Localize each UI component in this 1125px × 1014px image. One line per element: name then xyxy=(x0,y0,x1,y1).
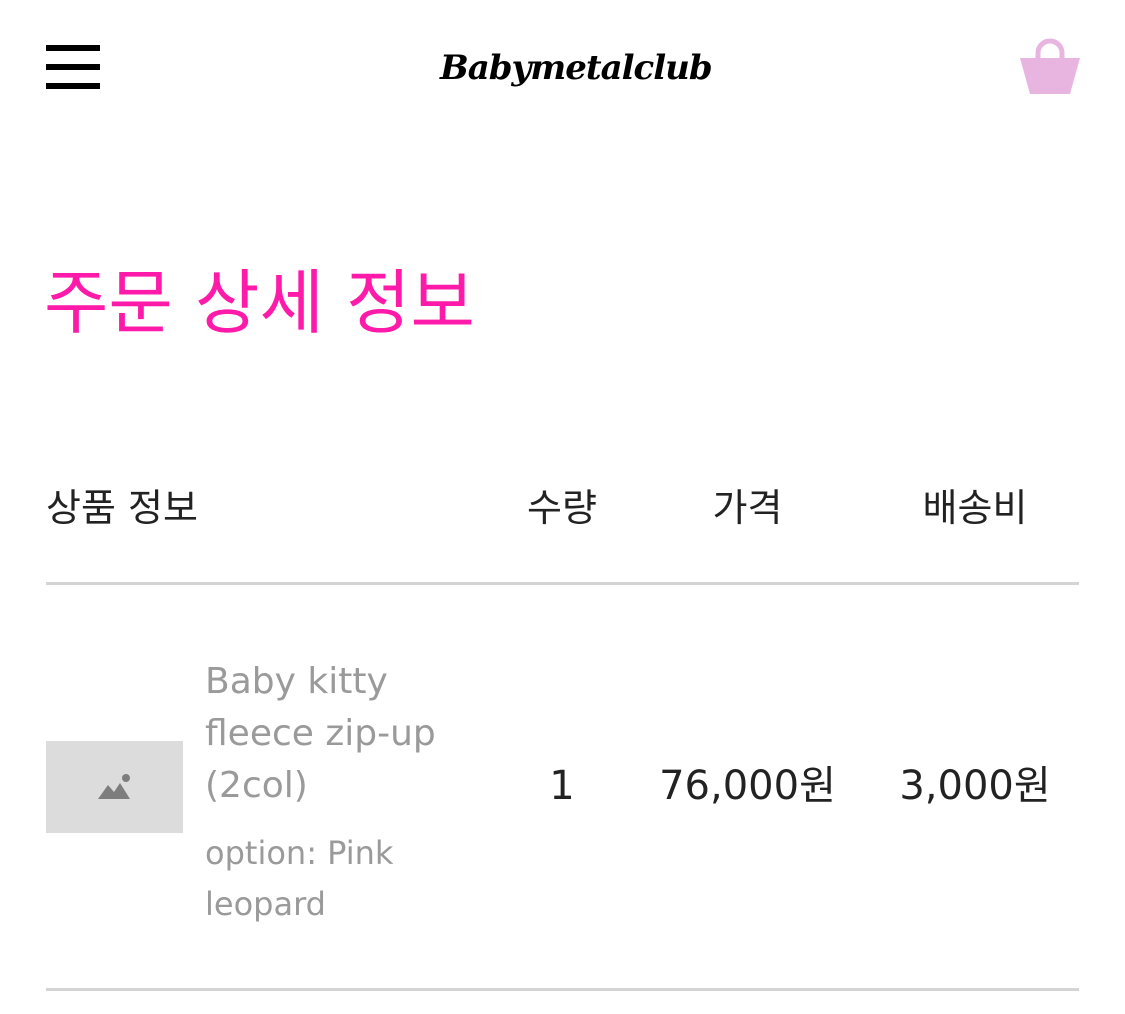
site-header: Babymetalclub xyxy=(0,0,1125,140)
column-header-quantity: 수량 xyxy=(527,486,597,530)
site-logo[interactable]: Babymetalclub xyxy=(440,40,713,100)
product-name-link[interactable]: Baby kitty fleece zip-up (2col) xyxy=(205,656,475,812)
column-header-shipping: 배송비 xyxy=(922,486,1028,530)
page-title: 주문 상세 정보 xyxy=(44,262,475,344)
hamburger-menu-icon[interactable] xyxy=(46,45,100,89)
quantity-value: 1 xyxy=(549,763,575,809)
table-row-divider xyxy=(46,988,1079,991)
price-value: 76,000원 xyxy=(659,763,836,809)
image-placeholder-icon xyxy=(98,774,130,799)
shopping-basket-icon[interactable] xyxy=(1018,36,1082,98)
product-thumbnail[interactable] xyxy=(46,741,183,833)
table-header-divider xyxy=(46,582,1079,585)
product-option: option: Pink leopard xyxy=(205,834,394,923)
shipping-fee-value: 3,000원 xyxy=(899,763,1051,809)
column-header-product: 상품 정보 xyxy=(46,486,198,530)
column-header-price: 가격 xyxy=(712,486,783,530)
